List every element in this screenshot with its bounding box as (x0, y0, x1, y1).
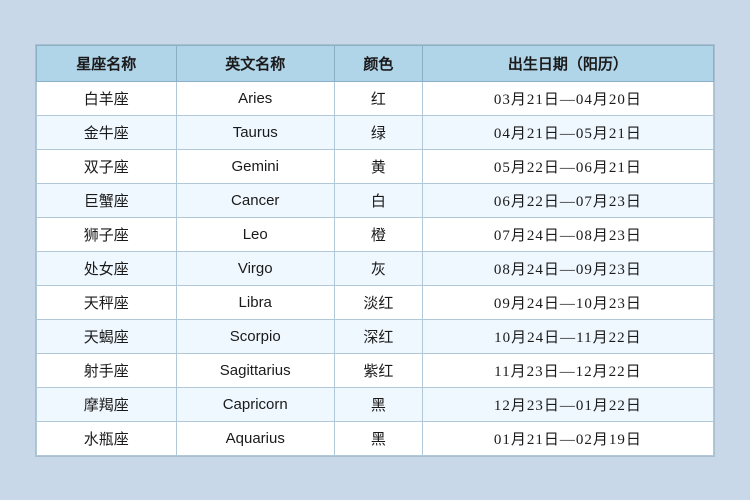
cell-english-name: Taurus (176, 115, 334, 149)
cell-date: 06月22日—07月23日 (422, 183, 713, 217)
table-row: 金牛座Taurus绿04月21日—05月21日 (37, 115, 714, 149)
cell-color: 淡红 (334, 285, 422, 319)
cell-date: 05月22日—06月21日 (422, 149, 713, 183)
cell-chinese-name: 摩羯座 (37, 387, 177, 421)
cell-date: 08月24日—09月23日 (422, 251, 713, 285)
cell-color: 绿 (334, 115, 422, 149)
cell-color: 黄 (334, 149, 422, 183)
cell-date: 03月21日—04月20日 (422, 81, 713, 115)
header-chinese-name: 星座名称 (37, 45, 177, 81)
zodiac-table: 星座名称 英文名称 颜色 出生日期（阳历） 白羊座Aries红03月21日—04… (36, 45, 714, 456)
cell-date: 01月21日—02月19日 (422, 421, 713, 455)
cell-english-name: Cancer (176, 183, 334, 217)
cell-english-name: Scorpio (176, 319, 334, 353)
cell-chinese-name: 射手座 (37, 353, 177, 387)
cell-color: 深红 (334, 319, 422, 353)
table-row: 天秤座Libra淡红09月24日—10月23日 (37, 285, 714, 319)
cell-color: 黑 (334, 387, 422, 421)
cell-date: 07月24日—08月23日 (422, 217, 713, 251)
cell-chinese-name: 狮子座 (37, 217, 177, 251)
cell-chinese-name: 巨蟹座 (37, 183, 177, 217)
cell-color: 红 (334, 81, 422, 115)
cell-chinese-name: 水瓶座 (37, 421, 177, 455)
header-date: 出生日期（阳历） (422, 45, 713, 81)
table-row: 射手座Sagittarius紫红11月23日—12月22日 (37, 353, 714, 387)
cell-english-name: Aries (176, 81, 334, 115)
cell-color: 紫红 (334, 353, 422, 387)
cell-english-name: Libra (176, 285, 334, 319)
cell-date: 10月24日—11月22日 (422, 319, 713, 353)
cell-date: 09月24日—10月23日 (422, 285, 713, 319)
header-color: 颜色 (334, 45, 422, 81)
table-row: 双子座Gemini黄05月22日—06月21日 (37, 149, 714, 183)
cell-color: 橙 (334, 217, 422, 251)
cell-chinese-name: 双子座 (37, 149, 177, 183)
table-row: 狮子座Leo橙07月24日—08月23日 (37, 217, 714, 251)
cell-english-name: Capricorn (176, 387, 334, 421)
zodiac-table-container: 星座名称 英文名称 颜色 出生日期（阳历） 白羊座Aries红03月21日—04… (35, 44, 715, 457)
cell-chinese-name: 白羊座 (37, 81, 177, 115)
cell-english-name: Virgo (176, 251, 334, 285)
cell-date: 04月21日—05月21日 (422, 115, 713, 149)
cell-english-name: Gemini (176, 149, 334, 183)
cell-date: 12月23日—01月22日 (422, 387, 713, 421)
table-body: 白羊座Aries红03月21日—04月20日金牛座Taurus绿04月21日—0… (37, 81, 714, 455)
table-header-row: 星座名称 英文名称 颜色 出生日期（阳历） (37, 45, 714, 81)
header-english-name: 英文名称 (176, 45, 334, 81)
table-row: 处女座Virgo灰08月24日—09月23日 (37, 251, 714, 285)
cell-color: 黑 (334, 421, 422, 455)
cell-color: 灰 (334, 251, 422, 285)
cell-date: 11月23日—12月22日 (422, 353, 713, 387)
cell-english-name: Leo (176, 217, 334, 251)
table-row: 摩羯座Capricorn黑12月23日—01月22日 (37, 387, 714, 421)
cell-english-name: Aquarius (176, 421, 334, 455)
cell-chinese-name: 金牛座 (37, 115, 177, 149)
cell-color: 白 (334, 183, 422, 217)
table-row: 巨蟹座Cancer白06月22日—07月23日 (37, 183, 714, 217)
cell-chinese-name: 处女座 (37, 251, 177, 285)
table-row: 白羊座Aries红03月21日—04月20日 (37, 81, 714, 115)
cell-chinese-name: 天蝎座 (37, 319, 177, 353)
cell-chinese-name: 天秤座 (37, 285, 177, 319)
table-row: 水瓶座Aquarius黑01月21日—02月19日 (37, 421, 714, 455)
table-row: 天蝎座Scorpio深红10月24日—11月22日 (37, 319, 714, 353)
cell-english-name: Sagittarius (176, 353, 334, 387)
